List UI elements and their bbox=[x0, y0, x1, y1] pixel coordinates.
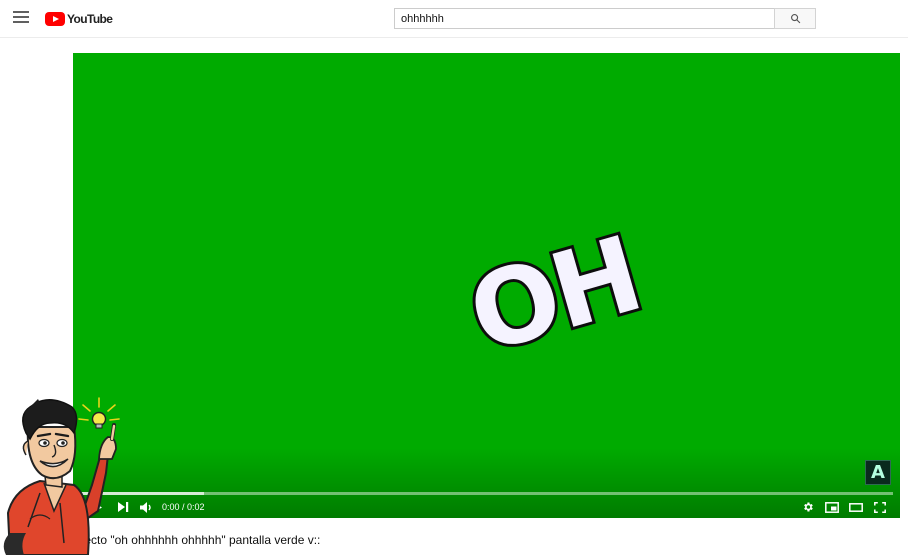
search-icon bbox=[790, 14, 800, 24]
fullscreen-button[interactable] bbox=[871, 498, 889, 516]
theater-icon bbox=[849, 502, 863, 512]
hamburger-icon[interactable] bbox=[13, 11, 29, 25]
time-display: 0:00 / 0:02 bbox=[162, 502, 205, 512]
volume-icon bbox=[139, 501, 151, 513]
fullscreen-icon bbox=[874, 501, 886, 513]
progress-bar[interactable] bbox=[73, 492, 893, 495]
channel-watermark[interactable]: A bbox=[865, 460, 891, 485]
cartoon-man-lightbulb-icon bbox=[3, 397, 120, 555]
youtube-play-badge-icon bbox=[45, 12, 65, 26]
video-overlay-text: OH bbox=[453, 210, 654, 379]
theater-button[interactable] bbox=[847, 498, 865, 516]
settings-icon bbox=[804, 502, 813, 512]
masthead: YouTube bbox=[0, 0, 908, 38]
youtube-logo[interactable]: YouTube bbox=[45, 11, 113, 27]
video-player[interactable]: OH A 0:00 / 0:02 bbox=[73, 53, 900, 518]
watermark-letter: A bbox=[871, 462, 885, 483]
logo-text: YouTube bbox=[67, 12, 113, 26]
search-button[interactable] bbox=[774, 8, 816, 29]
miniplayer-button[interactable] bbox=[823, 498, 841, 516]
settings-button[interactable] bbox=[799, 498, 817, 516]
search-input[interactable] bbox=[394, 8, 775, 29]
volume-button[interactable] bbox=[137, 498, 155, 516]
player-controls: 0:00 / 0:02 bbox=[73, 497, 900, 517]
miniplayer-icon bbox=[825, 501, 839, 513]
